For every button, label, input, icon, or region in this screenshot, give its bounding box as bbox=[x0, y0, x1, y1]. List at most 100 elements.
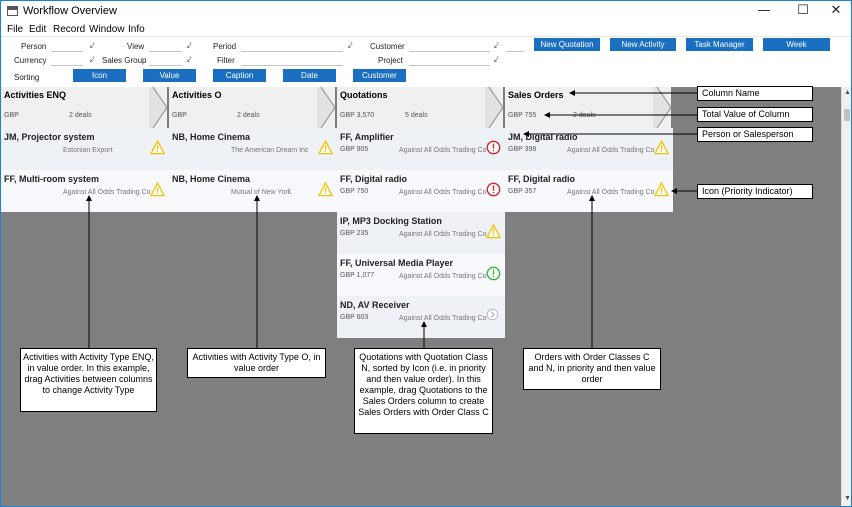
warning-icon bbox=[149, 139, 166, 155]
person-field[interactable] bbox=[51, 41, 83, 52]
card-title: NB, Home Cinema bbox=[172, 132, 251, 142]
card-title: FF, Amplifier bbox=[340, 132, 394, 142]
paste-icon[interactable]: ⤦ bbox=[494, 42, 502, 50]
scroll-up-icon[interactable]: ▲ bbox=[843, 89, 851, 96]
sales-group-field[interactable] bbox=[149, 55, 182, 66]
period-label: Period bbox=[213, 42, 237, 51]
card-value: GBP 1,077 bbox=[340, 272, 375, 279]
project-field[interactable] bbox=[409, 55, 490, 66]
card-value: GBP 750 bbox=[340, 188, 369, 195]
person-label: Person bbox=[21, 42, 47, 51]
paste-icon[interactable]: ⤦ bbox=[90, 42, 98, 50]
currency-field[interactable] bbox=[51, 55, 83, 66]
column-header: Quotations GBP 3,570 5 deals bbox=[337, 87, 504, 128]
new-quotation-button[interactable]: New Quotation bbox=[534, 38, 600, 51]
card-title: FF, Digital radio bbox=[340, 174, 408, 184]
card-customer: Against All Odds Trading Co bbox=[567, 189, 655, 196]
workflow-card[interactable]: JM, Projector system Estonian Export bbox=[1, 128, 169, 170]
card-customer: Against All Odds Trading Co bbox=[399, 147, 487, 154]
arrow-right-icon bbox=[486, 308, 501, 323]
card-customer: Against All Odds Trading Co bbox=[399, 273, 487, 280]
sort-date-button[interactable]: Date bbox=[283, 69, 336, 82]
card-title: NB, Home Cinema bbox=[172, 174, 251, 184]
menu-file[interactable]: File bbox=[7, 24, 23, 35]
column-chevron bbox=[653, 87, 672, 128]
card-customer: The American Dream Inc bbox=[231, 147, 309, 154]
card-customer: Against All Odds Trading Co bbox=[399, 231, 487, 238]
workflow-card[interactable]: FF, Amplifier GBP 905 Against All Odds Tra… bbox=[337, 128, 505, 170]
week-button[interactable]: Week bbox=[763, 38, 830, 51]
workflow-card[interactable]: FF, Universal Media Player GBP 1,077 Again… bbox=[337, 254, 505, 296]
note-activities-o: Activities with Activity Type O, in valu… bbox=[187, 348, 326, 378]
callout-total-value: Total Value of Column bbox=[697, 107, 813, 122]
note-quotations: Quotations with Quotation Class N, sorte… bbox=[354, 348, 493, 434]
title-bar[interactable]: Workflow Overview — ☐ ✕ bbox=[1, 1, 851, 22]
error-icon bbox=[486, 182, 501, 197]
workflow-card[interactable]: FF, Digital radio GBP 750 Against All Odds… bbox=[337, 170, 505, 212]
menu-info[interactable]: Info bbox=[128, 24, 145, 35]
customer-field[interactable] bbox=[409, 41, 490, 52]
maximize-button[interactable]: ☐ bbox=[786, 1, 820, 22]
callout-icon: Icon (Priority Indicator) bbox=[697, 184, 813, 199]
column-header: Activities ENQ GBP 2 deals bbox=[1, 87, 168, 128]
scroll-down-icon[interactable]: ▼ bbox=[843, 495, 851, 502]
paste-icon[interactable]: ⤦ bbox=[494, 56, 502, 64]
paste-icon[interactable]: ⤦ bbox=[90, 56, 98, 64]
minimize-button[interactable]: — bbox=[747, 1, 781, 22]
column-deal-count: 2 deals bbox=[237, 112, 260, 119]
filter-toolbar: Person ⤦ Currency ⤦ Sorting View ⤦ Sales… bbox=[1, 37, 851, 87]
card-title: FF, Digital radio bbox=[508, 174, 576, 184]
column-header: Sales Orders GBP 755 2 deals bbox=[505, 87, 672, 128]
view-field[interactable] bbox=[149, 41, 182, 52]
workflow-card[interactable]: IP, MP3 Docking Station GBP 235 Against Al… bbox=[337, 212, 505, 254]
card-value: GBP 398 bbox=[508, 146, 537, 153]
scroll-thumb[interactable] bbox=[844, 109, 850, 121]
column-name: Activities ENQ bbox=[4, 90, 67, 100]
column-deal-count: 2 deals bbox=[573, 112, 596, 119]
card-title: FF, Universal Media Player bbox=[340, 258, 454, 268]
card-value: GBP 235 bbox=[340, 230, 369, 237]
workflow-card[interactable]: NB, Home Cinema The American Dream Inc bbox=[169, 128, 337, 170]
view-label: View bbox=[127, 42, 145, 51]
customer-name-field[interactable] bbox=[506, 41, 524, 52]
workflow-card[interactable]: FF, Digital radio GBP 357 Against All Odds… bbox=[505, 170, 673, 212]
card-value: GBP 905 bbox=[340, 146, 369, 153]
column-header: Activities O GBP 2 deals bbox=[169, 87, 336, 128]
sort-icon-button[interactable]: Icon bbox=[73, 69, 126, 82]
period-field[interactable] bbox=[241, 41, 343, 52]
callout-person: Person or Salesperson bbox=[697, 127, 813, 142]
card-title: JM, Digital radio bbox=[508, 132, 578, 142]
sort-value-button[interactable]: Value bbox=[143, 69, 196, 82]
paste-icon[interactable]: ⤦ bbox=[187, 42, 195, 50]
workflow-card[interactable]: NB, Home Cinema Mutual of New York bbox=[169, 170, 337, 212]
note-activities-enq: Activities with Activity Type ENQ, in va… bbox=[20, 348, 157, 412]
sort-customer-button[interactable]: Customer bbox=[353, 69, 406, 82]
customer-label: Customer bbox=[370, 42, 405, 51]
workflow-card[interactable]: JM, Digital radio GBP 398 Against All Odds… bbox=[505, 128, 673, 170]
callout-column-name: Column Name bbox=[697, 86, 813, 101]
vertical-scrollbar[interactable]: ▲ ▼ bbox=[841, 87, 851, 506]
card-title: FF, Multi-room system bbox=[4, 174, 100, 184]
close-button[interactable]: ✕ bbox=[819, 1, 851, 22]
window-title: Workflow Overview bbox=[23, 5, 117, 17]
workflow-card[interactable]: ND, AV Receiver GBP 603 Against All Odds T… bbox=[337, 296, 505, 338]
column-chevron bbox=[317, 87, 336, 128]
warning-icon bbox=[653, 181, 670, 197]
column-chevron bbox=[485, 87, 504, 128]
new-activity-button[interactable]: New Activity bbox=[610, 38, 676, 51]
sort-caption-button[interactable]: Caption bbox=[213, 69, 266, 82]
workflow-card[interactable]: FF, Multi-room system Against All Odds Tr… bbox=[1, 170, 169, 212]
card-title: JM, Projector system bbox=[4, 132, 95, 142]
column-name: Activities O bbox=[172, 90, 222, 100]
menu-edit[interactable]: Edit bbox=[29, 24, 46, 35]
paste-icon[interactable]: ⤦ bbox=[187, 56, 195, 64]
menu-record[interactable]: Record bbox=[53, 24, 85, 35]
column-total: GBP 755 bbox=[508, 112, 537, 119]
filter-field[interactable] bbox=[241, 55, 343, 66]
paste-icon[interactable]: ⤦ bbox=[348, 42, 356, 50]
menu-bar: File Edit Record Window Info bbox=[1, 22, 851, 37]
column-name: Sales Orders bbox=[508, 90, 564, 100]
menu-window[interactable]: Window bbox=[89, 24, 125, 35]
task-manager-button[interactable]: Task Manager bbox=[686, 38, 753, 51]
warning-icon bbox=[653, 139, 670, 155]
